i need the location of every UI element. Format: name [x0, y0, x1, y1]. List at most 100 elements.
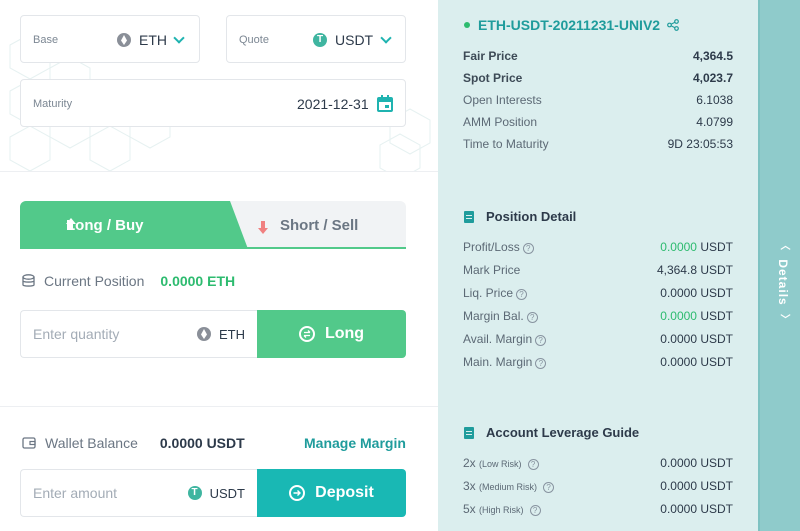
kv-value: 0.0000 USDT [660, 479, 733, 493]
base-value-text: ETH [139, 32, 167, 48]
quote-value: T USDT [313, 32, 373, 48]
leverage-row: 3x (Medium Risk)? 0.0000 USDT [463, 479, 733, 493]
kv-label: Fair Price [463, 49, 518, 63]
profit-loss-row: Profit/Loss? 0.0000 USDT [463, 240, 733, 254]
leverage-guide-title-text: Account Leverage Guide [486, 425, 640, 440]
kv-label: Margin Bal. [463, 309, 524, 323]
kv-label-wrap: 2x (Low Risk)? [463, 456, 539, 470]
tab-short-label: Short / Sell [280, 216, 359, 234]
long-button[interactable]: Long [257, 310, 406, 358]
document-icon [464, 426, 474, 439]
base-select[interactable]: Base ETH [20, 15, 200, 63]
quote-value-text: USDT [335, 32, 374, 48]
help-icon[interactable]: ? [527, 459, 539, 470]
kv-value-wrap: 0.0000 USDT [660, 240, 733, 254]
quote-select[interactable]: Quote T USDT [226, 15, 406, 63]
chevron-up-icon: ︿ [778, 240, 789, 251]
spot-price-row: Spot Price 4,023.7 [463, 71, 733, 85]
kv-label: Spot Price [463, 71, 523, 85]
eth-icon [197, 327, 211, 341]
kv-value: 9D 23:05:53 [667, 137, 733, 151]
kv-value: 6.1038 [696, 93, 733, 107]
divider [0, 406, 438, 407]
tab-underline [20, 247, 406, 249]
market-title-text: ETH-USDT-20211231-UNIV2 [478, 17, 661, 33]
kv-label: 5x [463, 502, 476, 516]
main-margin-row: Main. Margin? 0.0000 USDT [463, 355, 733, 369]
kv-unit: USDT [700, 240, 733, 254]
amount-input-box[interactable]: T USDT [20, 469, 257, 517]
tab-long-buy[interactable]: Long / Buy [20, 201, 248, 249]
deposit-button[interactable]: Deposit [257, 469, 406, 517]
chevron-down-icon[interactable] [173, 32, 185, 44]
wallet-balance-label: Wallet Balance [45, 435, 138, 451]
wallet-icon [22, 437, 36, 449]
calendar-icon[interactable] [377, 95, 393, 112]
help-icon[interactable]: ? [522, 243, 534, 254]
maturity-field[interactable]: Maturity 2021-12-31 [20, 79, 406, 127]
kv-value: 4.0799 [696, 115, 733, 129]
kv-label-wrap: Avail. Margin? [463, 332, 547, 346]
leverage-row: 2x (Low Risk)? 0.0000 USDT [463, 456, 733, 470]
kv-value: 0.0000 USDT [660, 456, 733, 470]
swap-icon [298, 326, 315, 342]
avail-margin-row: Avail. Margin? 0.0000 USDT [463, 332, 733, 346]
status-dot-icon [464, 22, 470, 28]
share-icon[interactable] [667, 19, 679, 31]
wallet-balance-value: 0.0000 USDT [159, 435, 245, 451]
wallet-balance-row: Wallet Balance 0.0000 USDT [22, 435, 245, 451]
drawer-border [758, 0, 760, 531]
tab-short-sell[interactable]: Short / Sell [256, 201, 358, 249]
kv-label: Avail. Margin [463, 332, 533, 346]
current-position-row: Current Position 0.0000 ETH [22, 273, 235, 289]
quote-label: Quote [239, 34, 269, 46]
arrow-right-circle-icon [289, 485, 306, 501]
help-icon[interactable]: ? [535, 358, 547, 369]
kv-value: 0.0000 [660, 240, 697, 254]
help-icon[interactable]: ? [535, 335, 547, 346]
risk-label: (Medium Risk) [479, 482, 538, 492]
kv-value: 0.0000 USDT [660, 355, 733, 369]
position-detail-title-text: Position Detail [486, 209, 577, 224]
usdt-icon: T [187, 486, 202, 500]
arrow-up-icon-stem [69, 223, 73, 229]
help-icon[interactable]: ? [543, 482, 555, 493]
kv-label: Liq. Price [463, 286, 514, 300]
risk-label: (Low Risk) [479, 459, 522, 469]
trade-panel: Base ETH Quote T USDT Maturity 2021-12-3… [0, 0, 438, 531]
kv-value: 0.0000 USDT [660, 286, 733, 300]
kv-label: Main. Margin [463, 355, 533, 369]
fair-price-row: Fair Price 4,364.5 [463, 49, 733, 63]
divider [0, 171, 438, 172]
current-position-value: 0.0000 ETH [160, 273, 236, 289]
maturity-value: 2021-12-31 [297, 96, 369, 112]
kv-label: AMM Position [463, 115, 538, 129]
amount-input[interactable] [33, 470, 183, 516]
kv-label-wrap: 5x (High Risk)? [463, 502, 541, 516]
current-position-label: Current Position [44, 273, 145, 289]
time-to-maturity-row: Time to Maturity 9D 23:05:53 [463, 137, 733, 151]
drawer-label-text: Details [776, 259, 790, 306]
kv-label: Open Interests [463, 93, 542, 107]
quantity-input-box[interactable]: ETH [20, 310, 257, 358]
details-drawer-label[interactable]: ︿ Details ﹀ [776, 240, 791, 325]
kv-label-wrap: Liq. Price? [463, 286, 528, 300]
kv-value: 4,023.7 [692, 71, 733, 85]
margin-bal-row: Margin Bal.? 0.0000 USDT [463, 309, 733, 323]
kv-label-wrap: Main. Margin? [463, 355, 547, 369]
kv-label: 3x [463, 479, 476, 493]
kv-value: 4,364.8 USDT [656, 263, 733, 277]
chevron-down-icon[interactable] [380, 32, 392, 44]
kv-label: Time to Maturity [463, 137, 549, 151]
kv-label: Mark Price [463, 263, 521, 277]
manage-margin-link[interactable]: Manage Margin [304, 435, 406, 451]
quantity-input[interactable] [33, 311, 183, 357]
liq-price-row: Liq. Price? 0.0000 USDT [463, 286, 733, 300]
help-icon[interactable]: ? [526, 312, 538, 323]
amount-unit: T USDT [187, 470, 245, 516]
amm-position-row: AMM Position 4.0799 [463, 115, 733, 129]
document-icon [464, 210, 474, 223]
help-icon[interactable]: ? [529, 505, 541, 516]
kv-value: 0.0000 USDT [660, 332, 733, 346]
help-icon[interactable]: ? [516, 289, 528, 300]
